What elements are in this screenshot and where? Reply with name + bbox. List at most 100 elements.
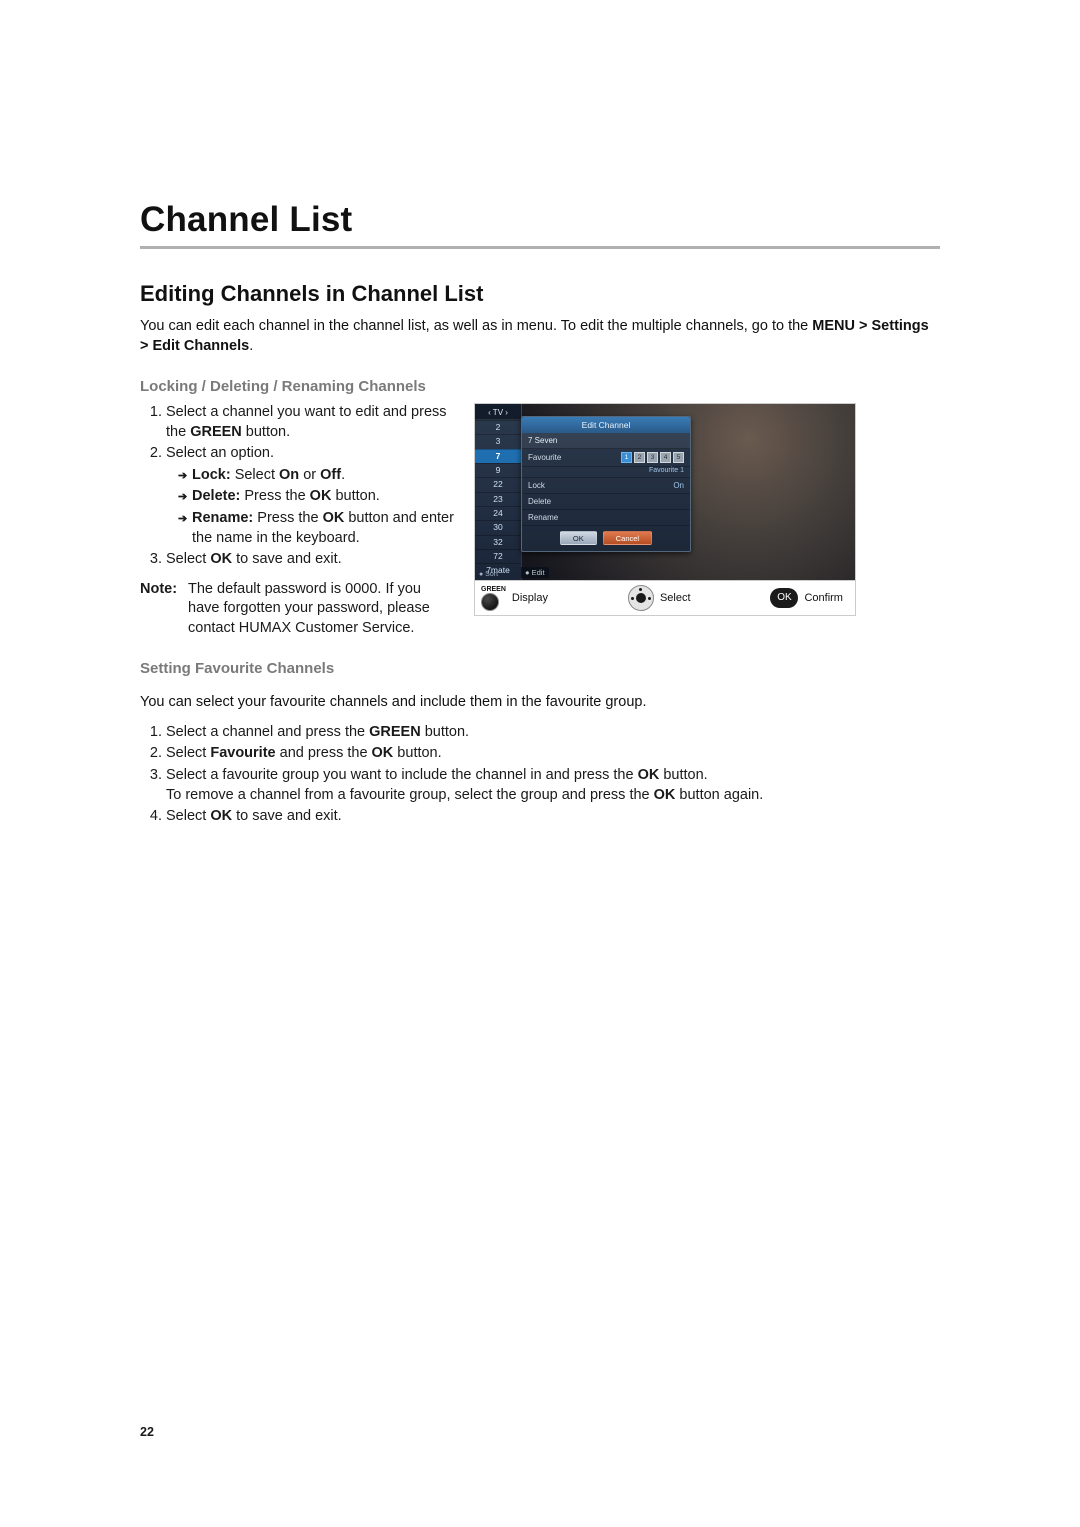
panel-buttons: OK Cancel — [522, 526, 690, 551]
panel-row-delete: Delete — [522, 494, 690, 510]
opt-rename: ➔ Rename: Press the OK button and enter … — [178, 509, 456, 548]
steps-list-2: Select a channel and press the GREEN but… — [140, 723, 940, 827]
opt-del-label: Delete: — [192, 488, 240, 504]
row-label-delete: Delete — [528, 497, 551, 506]
panel-channel: 7 Seven — [522, 433, 690, 449]
opt-ren-label: Rename: — [192, 510, 253, 526]
legend-select-text: Select — [660, 592, 691, 604]
s2s1a: Select a channel and press the — [166, 724, 369, 740]
ch-row: 23 — [475, 492, 521, 506]
s2s3-ok: OK — [638, 767, 660, 783]
two-col-layout: Select a channel you want to edit and pr… — [140, 403, 940, 685]
step3-a: Select — [166, 551, 210, 567]
note-block: Note: The default password is 0000. If y… — [140, 580, 456, 639]
manual-page: Channel List Editing Channels in Channel… — [0, 0, 1080, 1527]
opt-del-ok: OK — [310, 488, 332, 504]
ok-button-icon: OK — [770, 588, 798, 608]
steps-list-1: Select a channel you want to edit and pr… — [140, 403, 456, 570]
green-label: GREEN — [481, 586, 506, 593]
opt-del-d: button. — [331, 488, 379, 504]
fav-box-5: 5 — [673, 452, 684, 463]
ch-row: 22 — [475, 477, 521, 491]
ch-row: 32 — [475, 535, 521, 549]
note-text: The default password is 0000. If you hav… — [188, 580, 456, 639]
screenshot-column: ‹ TV › 2 3 7 9 22 23 24 30 32 72 7mate — [474, 403, 940, 685]
opt-del-b: Press the — [240, 488, 309, 504]
intro-period: . — [249, 338, 253, 354]
s2s3-ok2: OK — [654, 787, 676, 803]
step3-c: to save and exit. — [232, 551, 342, 567]
option-list: ➔ Lock: Select On or Off. ➔ Delete: Pres… — [166, 466, 456, 548]
panel-ok-button: OK — [560, 531, 597, 545]
panel-row-lock: Lock On — [522, 478, 690, 494]
intro-line1: You can edit each channel in the channel… — [140, 318, 812, 334]
panel-title: Edit Channel — [522, 417, 690, 433]
opt-lock-f: . — [341, 467, 345, 483]
s2s2a: Select — [166, 745, 210, 761]
opt-ren-b: Press the — [253, 510, 322, 526]
ch-row: 24 — [475, 506, 521, 520]
s2s3f: button again. — [675, 787, 763, 803]
fav-box-4: 4 — [660, 452, 671, 463]
fav-box-3: 3 — [647, 452, 658, 463]
chapter-rule — [140, 246, 940, 249]
chevron-right-icon: ➔ — [178, 469, 187, 484]
legend-bar: GREEN Display Select — [475, 580, 855, 615]
fav-box-2: 2 — [634, 452, 645, 463]
note-label: Note: — [140, 580, 188, 639]
panel-fav-caption-row: Favourite 1 — [522, 467, 690, 478]
legend-confirm: OK Confirm — [770, 588, 843, 608]
s2s2c: and press the — [276, 745, 372, 761]
legend-confirm-text: Confirm — [804, 592, 843, 604]
s2s3a: Select a favourite group you want to inc… — [166, 767, 638, 783]
section-title: Editing Channels in Channel List — [140, 281, 940, 307]
tv-screenshot: ‹ TV › 2 3 7 9 22 23 24 30 32 72 7mate — [474, 403, 856, 616]
step2: Select an option. ➔ Lock: Select On or O… — [166, 444, 456, 548]
opt-lock: ➔ Lock: Select On or Off. — [178, 466, 456, 486]
s2s1c: button. — [421, 724, 469, 740]
step3: Select OK to save and exit. — [166, 550, 456, 570]
s2s1-green: GREEN — [369, 724, 421, 740]
opt-lock-d: or — [299, 467, 320, 483]
s2-step4: Select OK to save and exit. — [166, 807, 940, 827]
opt-ren-ok: OK — [323, 510, 345, 526]
steps-column: Select a channel you want to edit and pr… — [140, 403, 456, 685]
osd-sort: ● Sort — [479, 571, 498, 578]
opt-lock-b: Select — [231, 467, 279, 483]
panel-row-favourite: Favourite 1 2 3 4 5 — [522, 449, 690, 467]
fav-intro: You can select your favourite channels a… — [140, 693, 940, 713]
ch-row: 72 — [475, 549, 521, 563]
tv-area: ‹ TV › 2 3 7 9 22 23 24 30 32 72 7mate — [475, 404, 855, 580]
ch-row: 9 — [475, 463, 521, 477]
row-label-lock: Lock — [528, 481, 545, 490]
legend-display: Display — [512, 592, 548, 604]
s2-step2: Select Favourite and press the OK button… — [166, 744, 940, 764]
ch-row: 30 — [475, 520, 521, 534]
opt-lock-off: Off — [320, 467, 341, 483]
fav-caption: Favourite 1 — [649, 467, 684, 474]
channel-sidebar: ‹ TV › 2 3 7 9 22 23 24 30 32 72 7mate — [475, 404, 522, 580]
step1-c: button. — [242, 424, 290, 440]
s2s4a: Select — [166, 808, 210, 824]
lock-value: On — [673, 481, 684, 490]
ch-row: 3 — [475, 434, 521, 448]
ch-row: 2 — [475, 420, 521, 434]
chapter-title: Channel List — [140, 200, 940, 240]
s2s4-ok: OK — [210, 808, 232, 824]
legend-select: Select — [628, 585, 691, 611]
s2-step3: Select a favourite group you want to inc… — [166, 766, 940, 805]
favourite-boxes: 1 2 3 4 5 — [621, 452, 684, 463]
subhead-lockdel: Locking / Deleting / Renaming Channels — [140, 378, 940, 395]
panel-cancel-button: Cancel — [603, 531, 652, 545]
row-label-rename: Rename — [528, 513, 558, 522]
s2s2e: button. — [393, 745, 441, 761]
step1: Select a channel you want to edit and pr… — [166, 403, 456, 442]
green-dot-icon — [481, 593, 499, 611]
opt-lock-on: On — [279, 467, 299, 483]
s2s2-ok: OK — [372, 745, 394, 761]
s2s4c: to save and exit. — [232, 808, 342, 824]
s2s2-fav: Favourite — [210, 745, 275, 761]
fav-box-1: 1 — [621, 452, 632, 463]
legend-green: GREEN Display — [481, 586, 548, 611]
s2s3c: button. — [659, 767, 707, 783]
